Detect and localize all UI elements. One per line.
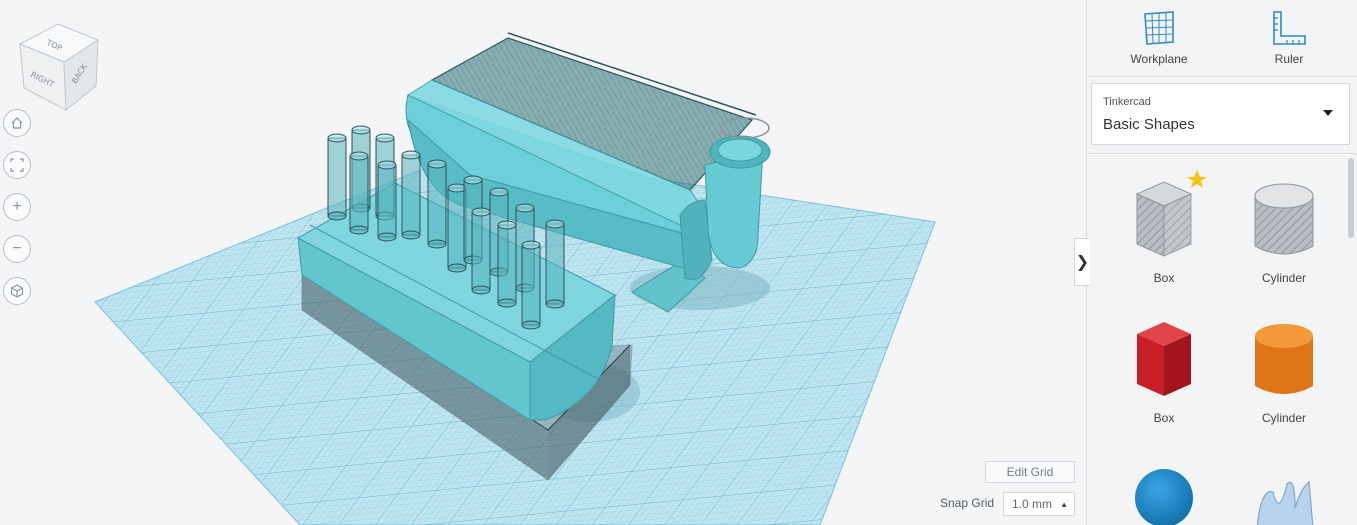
shape-label: Box xyxy=(1153,411,1175,425)
home-view-button[interactable] xyxy=(3,109,31,137)
shape-sphere[interactable] xyxy=(1109,448,1219,525)
workplane-icon xyxy=(1144,11,1174,45)
edit-grid-button[interactable]: Edit Grid xyxy=(985,461,1075,483)
fit-view-button[interactable] xyxy=(3,151,31,179)
snap-grid-select[interactable]: 1.0 mm ▲ xyxy=(1003,492,1075,516)
box-hole-icon xyxy=(1135,170,1207,257)
library-source: Tinkercad xyxy=(1103,96,1151,108)
perspective-toggle-button[interactable] xyxy=(3,277,31,305)
zoom-out-button[interactable]: − xyxy=(3,235,31,263)
tinkercad-editor: TOP RIGHT BACK + − Edit Grid Snap Grid 1… xyxy=(0,0,1357,525)
caret-up-icon: ▲ xyxy=(1060,500,1068,509)
home-icon xyxy=(11,117,23,129)
shape-grid: Box Cylinder Box Cylinder xyxy=(1087,154,1357,525)
panel-scrollbar[interactable] xyxy=(1348,158,1354,238)
ruler-tool[interactable]: Ruler xyxy=(1239,10,1339,66)
library-selected: Basic Shapes xyxy=(1103,116,1195,133)
cylinder-hole-icon xyxy=(1254,183,1314,255)
box-solid-icon xyxy=(1137,322,1191,396)
snap-grid-label: Snap Grid xyxy=(940,496,995,510)
scene-canvas[interactable] xyxy=(0,0,1086,525)
zoom-in-button[interactable]: + xyxy=(3,193,31,221)
shape-label: Box xyxy=(1153,271,1175,285)
shape-cylinder-hole[interactable]: Cylinder xyxy=(1229,168,1339,285)
shape-library-select[interactable]: Tinkercad Basic Shapes xyxy=(1091,83,1350,145)
collapse-panel-button[interactable]: ❯ xyxy=(1074,238,1090,286)
view-cube[interactable]: TOP RIGHT BACK xyxy=(14,22,102,112)
shapes-panel: Workplane Ruler Tinkercad Basic Shapes B… xyxy=(1086,0,1357,525)
3d-viewport[interactable]: TOP RIGHT BACK + − Edit Grid Snap Grid 1… xyxy=(0,0,1086,525)
favorite-star-icon[interactable] xyxy=(1187,170,1207,188)
ruler-icon xyxy=(1273,11,1306,45)
fit-view-icon xyxy=(10,158,24,172)
scribble-icon xyxy=(1256,480,1314,525)
shape-box-hole[interactable]: Box xyxy=(1109,168,1219,285)
shape-label: Cylinder xyxy=(1261,271,1306,285)
sphere-icon xyxy=(1135,469,1193,525)
ruler-label: Ruler xyxy=(1274,52,1304,66)
caret-down-icon xyxy=(1323,110,1333,116)
cylinder-solid-icon xyxy=(1255,324,1313,394)
plus-icon: + xyxy=(12,198,22,215)
workplane-label: Workplane xyxy=(1130,52,1188,66)
chevron-right-icon: ❯ xyxy=(1075,254,1090,271)
minus-icon: − xyxy=(12,240,22,257)
perspective-icon xyxy=(10,284,24,298)
shape-cylinder[interactable]: Cylinder xyxy=(1229,308,1339,425)
shape-label: Cylinder xyxy=(1261,411,1306,425)
shape-scribble[interactable] xyxy=(1229,448,1339,525)
workplane-tool[interactable]: Workplane xyxy=(1109,10,1209,66)
divider xyxy=(1087,76,1357,77)
snap-grid-value: 1.0 mm xyxy=(1012,497,1053,511)
shape-box[interactable]: Box xyxy=(1109,308,1219,425)
